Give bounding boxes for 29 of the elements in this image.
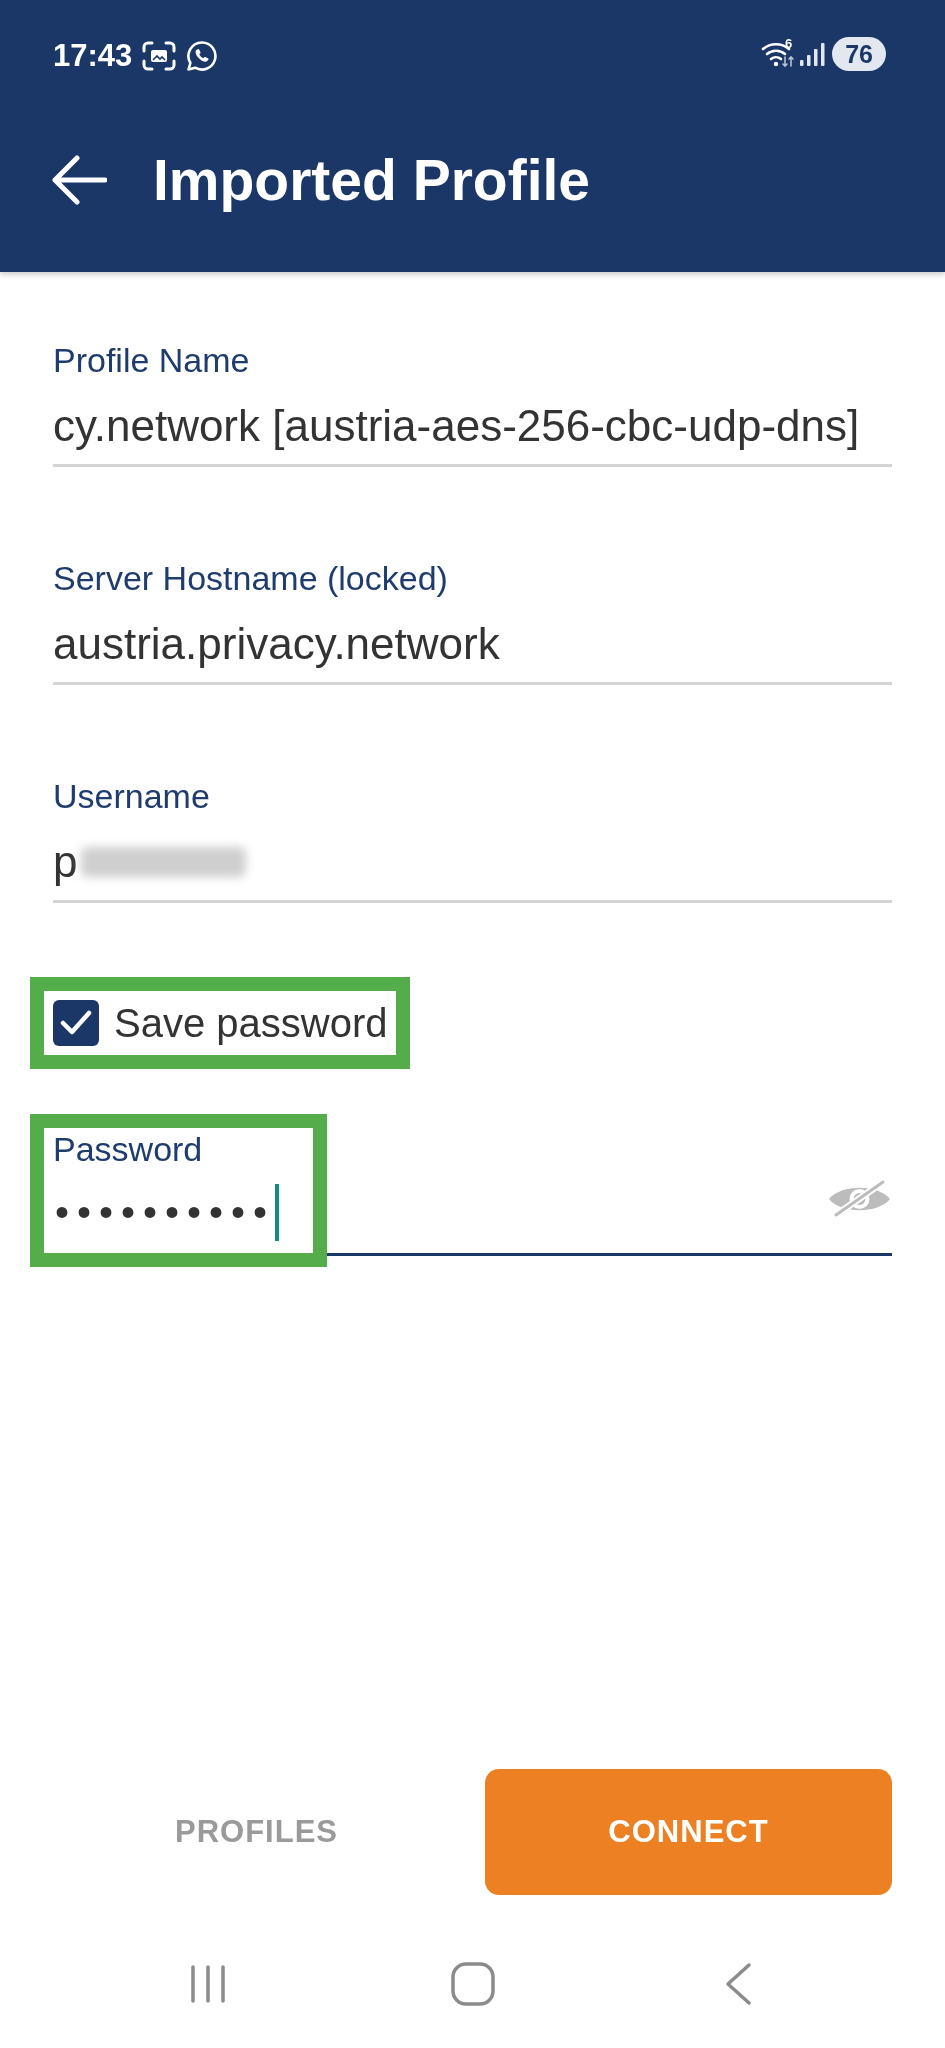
text-field[interactable]: Profile Name cy.network [austria-aes-256-cbc-udp-dns] xyxy=(53,341,892,467)
back-button[interactable] xyxy=(51,155,107,205)
back-chevron-icon[interactable] xyxy=(723,1962,752,2006)
field-label: Password xyxy=(53,1130,203,1168)
text-cursor xyxy=(275,1183,280,1241)
field-label: Username xyxy=(53,777,210,815)
field-value: austria.privacy.network xyxy=(53,619,500,669)
wifi-icon xyxy=(760,40,795,68)
screen-title: Imported Profile xyxy=(153,148,591,212)
checkbox-label[interactable]: Save password xyxy=(114,1000,388,1046)
password-field[interactable]: Password •••••••••• xyxy=(53,1130,892,1256)
checkmark-icon xyxy=(60,1010,92,1036)
status-time: 17:43 xyxy=(53,37,133,75)
screenshot-icon xyxy=(142,41,177,71)
text-field[interactable]: Username p xyxy=(53,777,892,903)
text-field[interactable]: Server Hostname (locked) austria.privacy.network xyxy=(53,559,892,685)
password-dots: •••••••••• xyxy=(54,1189,276,1236)
recent-apps-icon[interactable] xyxy=(188,1964,227,2004)
signal-bars-icon xyxy=(799,42,826,66)
battery-percentage: 76 xyxy=(832,37,886,71)
field-label: Profile Name xyxy=(53,341,250,379)
home-icon[interactable] xyxy=(450,1962,495,2006)
field-value: p xyxy=(53,837,78,887)
eye-slash-icon[interactable] xyxy=(827,1179,892,1217)
chat-bubble-phone-icon xyxy=(186,40,219,72)
checkbox[interactable] xyxy=(53,1000,99,1046)
field-label: Server Hostname (locked) xyxy=(53,559,448,597)
back-arrow-icon xyxy=(51,155,107,205)
field-value: cy.network [austria-aes-256-cbc-udp-dns] xyxy=(53,401,860,451)
